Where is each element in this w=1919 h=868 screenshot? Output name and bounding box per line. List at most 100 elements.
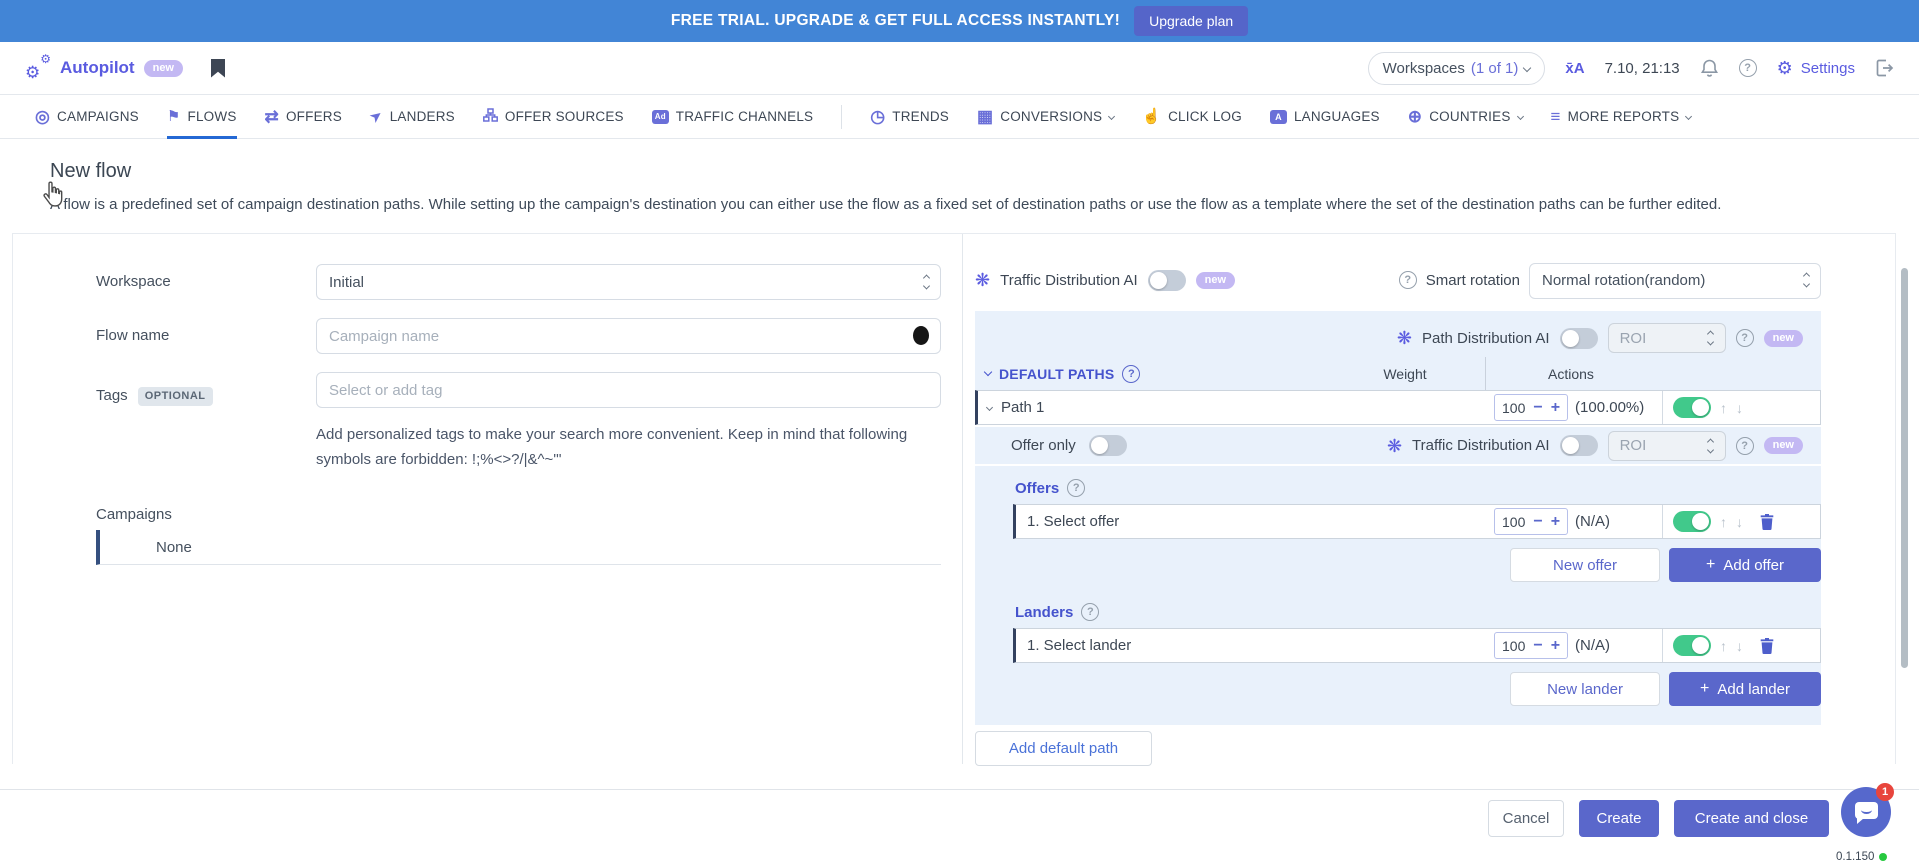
path-distribution-ai-label: Path Distribution AI — [1422, 330, 1550, 347]
conversions-grid-icon: ▦ — [977, 108, 993, 125]
traffic-ai-new-badge: new — [1196, 272, 1235, 289]
path-weight-stepper: 100 − + — [1494, 394, 1568, 421]
smart-rotation-help-icon[interactable]: ? — [1399, 271, 1417, 289]
translate-icon[interactable]: x̄A — [1565, 60, 1584, 77]
trash-icon[interactable] — [1760, 638, 1774, 654]
version-text: 0.1.150 — [1836, 851, 1887, 863]
add-lander-button[interactable]: + Add lander — [1669, 672, 1821, 706]
path-row[interactable]: Path 1 100 − + (100.00%) ↑ ↓ — [975, 390, 1821, 425]
settings-link[interactable]: Settings — [1801, 60, 1855, 77]
click-log-icon: ☝ — [1142, 109, 1161, 124]
flow-color-dot[interactable] — [913, 326, 929, 345]
select-chevrons-icon — [924, 276, 929, 289]
actions-column-header: Actions — [1485, 357, 1821, 390]
plus-icon: + — [1706, 557, 1715, 573]
chevron-down-icon — [1516, 113, 1523, 120]
offers-help-icon[interactable]: ? — [1067, 479, 1085, 497]
default-paths-help-icon[interactable]: ? — [1122, 365, 1140, 383]
brand-logo[interactable]: ⚙⚙ Autopilot new — [25, 56, 183, 80]
create-button[interactable]: Create — [1579, 800, 1659, 837]
path-ai-help-icon[interactable]: ? — [1736, 329, 1754, 347]
workspaces-label: Workspaces — [1383, 60, 1465, 77]
cancel-button[interactable]: Cancel — [1488, 800, 1564, 837]
create-and-close-button[interactable]: Create and close — [1674, 800, 1829, 837]
lander-weight-stepper: 100 − + — [1494, 632, 1568, 659]
weight-decrease-button[interactable]: − — [1533, 400, 1542, 416]
offer-weight-percent: (N/A) — [1575, 513, 1610, 530]
add-default-path-button[interactable]: Add default path — [975, 731, 1152, 766]
offers-section: Offers ? 1. Select offer 100 − + (N/A) — [1013, 466, 1821, 582]
new-lander-button[interactable]: New lander — [1510, 672, 1660, 706]
settings-gear-icon[interactable]: ⚙ — [1777, 58, 1793, 79]
landers-help-icon[interactable]: ? — [1081, 603, 1099, 621]
tab-offer-sources[interactable]: OFFER SOURCES — [483, 95, 624, 139]
path-weight-value[interactable]: 100 — [1502, 400, 1525, 416]
tab-campaigns[interactable]: ◎ CAMPAIGNS — [35, 95, 139, 139]
tab-languages[interactable]: A LANGUAGES — [1270, 95, 1380, 139]
weight-increase-button[interactable]: + — [1551, 514, 1560, 530]
tab-conversions[interactable]: ▦ CONVERSIONS — [977, 95, 1114, 139]
new-offer-button[interactable]: New offer — [1510, 548, 1660, 582]
notifications-bell-icon[interactable] — [1700, 58, 1719, 78]
tab-trends[interactable]: ◷ TRENDS — [870, 95, 949, 139]
flow-settings-pane: Workspace Initial Flow name Tags OPTIONA… — [13, 234, 962, 764]
tab-countries[interactable]: ⊕ COUNTRIES — [1408, 95, 1523, 139]
weight-decrease-button[interactable]: − — [1533, 514, 1542, 530]
offer-row[interactable]: 1. Select offer 100 − + (N/A) ↑ ↓ — [1013, 504, 1821, 539]
tags-input[interactable] — [316, 372, 941, 408]
move-down-icon[interactable]: ↓ — [1736, 515, 1743, 529]
footer-bar: Cancel Create Create and close — [0, 789, 1919, 868]
trash-icon[interactable] — [1760, 514, 1774, 530]
offer-weight-value[interactable]: 100 — [1502, 514, 1525, 530]
lander-enabled-toggle[interactable] — [1673, 635, 1711, 656]
collapse-chevron-icon[interactable] — [984, 368, 992, 376]
move-up-icon[interactable]: ↑ — [1720, 401, 1727, 415]
more-reports-list-icon: ≡ — [1551, 108, 1561, 125]
weight-increase-button[interactable]: + — [1551, 638, 1560, 654]
move-up-icon[interactable]: ↑ — [1720, 515, 1727, 529]
new-flow-form-card: Workspace Initial Flow name Tags OPTIONA… — [12, 233, 1896, 764]
chat-widget-button[interactable]: 1 — [1841, 787, 1891, 837]
paths-pane: ❋ Traffic Distribution AI new ? Smart ro… — [962, 234, 1895, 764]
offer-enabled-toggle[interactable] — [1673, 511, 1711, 532]
move-up-icon[interactable]: ↑ — [1720, 639, 1727, 653]
tab-landers[interactable]: ➤ LANDERS — [370, 95, 455, 139]
path-ai-metric-select[interactable]: ROI — [1608, 323, 1726, 353]
weight-decrease-button[interactable]: − — [1533, 638, 1542, 654]
upgrade-plan-button[interactable]: Upgrade plan — [1134, 6, 1248, 36]
flow-name-input[interactable] — [316, 318, 941, 354]
tab-offers[interactable]: ⇄ OFFERS — [265, 95, 342, 139]
smart-rotation-select[interactable]: Normal rotation(random) — [1529, 263, 1821, 299]
path-expander-icon[interactable] — [986, 404, 993, 411]
status-dot — [1879, 853, 1887, 861]
tab-traffic-channels[interactable]: Ad TRAFFIC CHANNELS — [652, 95, 813, 139]
help-icon[interactable]: ? — [1739, 59, 1757, 77]
lander-weight-percent: (N/A) — [1575, 637, 1610, 654]
lander-weight-value[interactable]: 100 — [1502, 638, 1525, 654]
lander-row[interactable]: 1. Select lander 100 − + (N/A) ↑ ↓ — [1013, 628, 1821, 663]
lander-row-label: 1. Select lander — [1027, 637, 1131, 654]
chevron-down-icon — [1523, 64, 1531, 72]
traffic-ai-help-icon[interactable]: ? — [1736, 437, 1754, 455]
tab-more-reports[interactable]: ≡ MORE REPORTS — [1551, 95, 1692, 139]
weight-increase-button[interactable]: + — [1551, 400, 1560, 416]
offer-only-toggle[interactable] — [1089, 435, 1127, 456]
scrollbar-thumb[interactable] — [1901, 268, 1908, 668]
traffic-distribution-ai-toggle[interactable] — [1148, 270, 1186, 291]
add-offer-button[interactable]: + Add offer — [1669, 548, 1821, 582]
path-traffic-ai-metric-select[interactable]: ROI — [1608, 431, 1726, 461]
bookmark-icon[interactable] — [211, 59, 225, 78]
move-down-icon[interactable]: ↓ — [1736, 401, 1743, 415]
tab-flows[interactable]: ⚑ FLOWS — [167, 95, 237, 139]
chevron-down-icon — [1108, 113, 1115, 120]
tags-help-text: Add personalized tags to make your searc… — [316, 422, 946, 472]
path-ai-new-badge: new — [1764, 330, 1803, 347]
path-enabled-toggle[interactable] — [1673, 397, 1711, 418]
workspaces-dropdown[interactable]: Workspaces (1 of 1) — [1368, 52, 1546, 85]
path-traffic-ai-toggle[interactable] — [1560, 435, 1598, 456]
logout-icon[interactable] — [1875, 59, 1895, 77]
path-distribution-ai-toggle[interactable] — [1560, 328, 1598, 349]
workspace-select[interactable]: Initial — [316, 264, 941, 300]
tab-click-log[interactable]: ☝ CLICK LOG — [1142, 95, 1242, 139]
move-down-icon[interactable]: ↓ — [1736, 639, 1743, 653]
